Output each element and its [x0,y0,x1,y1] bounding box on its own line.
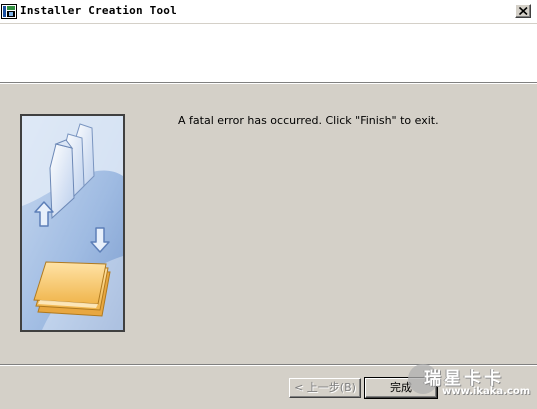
watermark-url: www.ikaka.com [442,386,531,397]
folders-transfer-illustration [20,114,125,332]
installer-app-icon [1,3,18,20]
error-message: A fatal error has occurred. Click "Finis… [178,114,439,127]
dialog-header [0,24,537,82]
header-divider [0,82,537,84]
back-button[interactable]: < 上一步(B) [289,378,361,398]
close-icon [519,7,528,15]
watermark: 瑞星卡卡 www.ikaka.com [400,360,537,409]
window-title: Installer Creation Tool [20,4,177,17]
title-bar[interactable]: Installer Creation Tool [0,0,537,24]
orange-folders-icon [33,261,111,317]
installer-dialog: Installer Creation Tool A fatal error ha… [0,0,537,409]
close-button[interactable] [515,4,531,18]
